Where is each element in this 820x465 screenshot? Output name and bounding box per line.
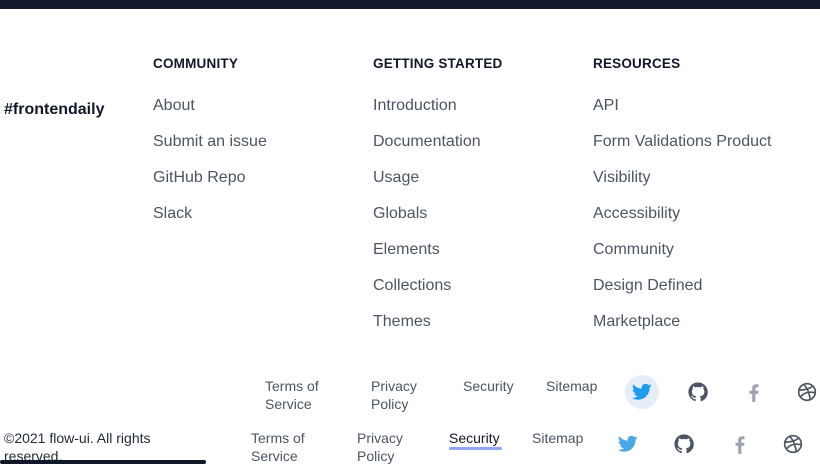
facebook-icon[interactable] [723,428,757,462]
footer-link-community[interactable]: Community [593,241,674,258]
dribbble-icon[interactable] [790,375,820,409]
footer-link-elements[interactable]: Elements [373,241,440,258]
footer-column-community: COMMUNITY About Submit an issue GitHub R… [153,56,267,222]
footer-link-api[interactable]: API [593,97,619,114]
privacy-link[interactable]: Privacy Policy [357,430,403,464]
active-link-underline [449,447,502,450]
terms-link[interactable]: Terms of Service [265,378,319,412]
terms-link[interactable]: Terms of Service [251,430,305,464]
column-title: RESOURCES [593,56,681,71]
security-link-active[interactable]: Security [449,430,500,446]
facebook-icon[interactable] [737,376,771,410]
sitemap-link[interactable]: Sitemap [546,378,597,394]
twitter-icon[interactable] [625,375,659,409]
footer-link-submit-issue[interactable]: Submit an issue [153,133,267,150]
footer-link-introduction[interactable]: Introduction [373,97,457,114]
github-icon[interactable] [667,427,701,461]
top-bar [0,0,820,9]
twitter-icon[interactable] [611,427,645,461]
github-icon[interactable] [681,375,715,409]
footer-link-github-repo[interactable]: GitHub Repo [153,169,246,186]
footer-link-design-defined[interactable]: Design Defined [593,277,702,294]
footer-link-slack[interactable]: Slack [153,205,192,222]
footer-link-marketplace[interactable]: Marketplace [593,313,680,330]
privacy-link[interactable]: Privacy Policy [371,378,417,412]
footer-link-documentation[interactable]: Documentation [373,133,481,150]
footer-link-globals[interactable]: Globals [373,205,427,222]
footer-column-resources: RESOURCES API Form Validations Product V… [593,56,771,330]
bottom-scroll-indicator [0,460,206,464]
footer-link-accessibility[interactable]: Accessibility [593,205,680,222]
security-link[interactable]: Security [463,378,514,394]
footer-link-visibility[interactable]: Visibility [593,169,651,186]
footer-link-usage[interactable]: Usage [373,169,419,186]
footer-link-form-validations[interactable]: Form Validations Product [593,133,771,150]
dribbble-icon[interactable] [776,427,810,461]
column-title: GETTING STARTED [373,56,503,71]
sitemap-link[interactable]: Sitemap [532,430,583,446]
column-title: COMMUNITY [153,56,239,71]
footer-link-themes[interactable]: Themes [373,313,431,330]
footer-link-collections[interactable]: Collections [373,277,451,294]
footer-column-getting-started: GETTING STARTED Introduction Documentati… [373,56,503,330]
footer-link-about[interactable]: About [153,97,195,114]
brand-hashtag: #frontendaily [4,101,105,118]
